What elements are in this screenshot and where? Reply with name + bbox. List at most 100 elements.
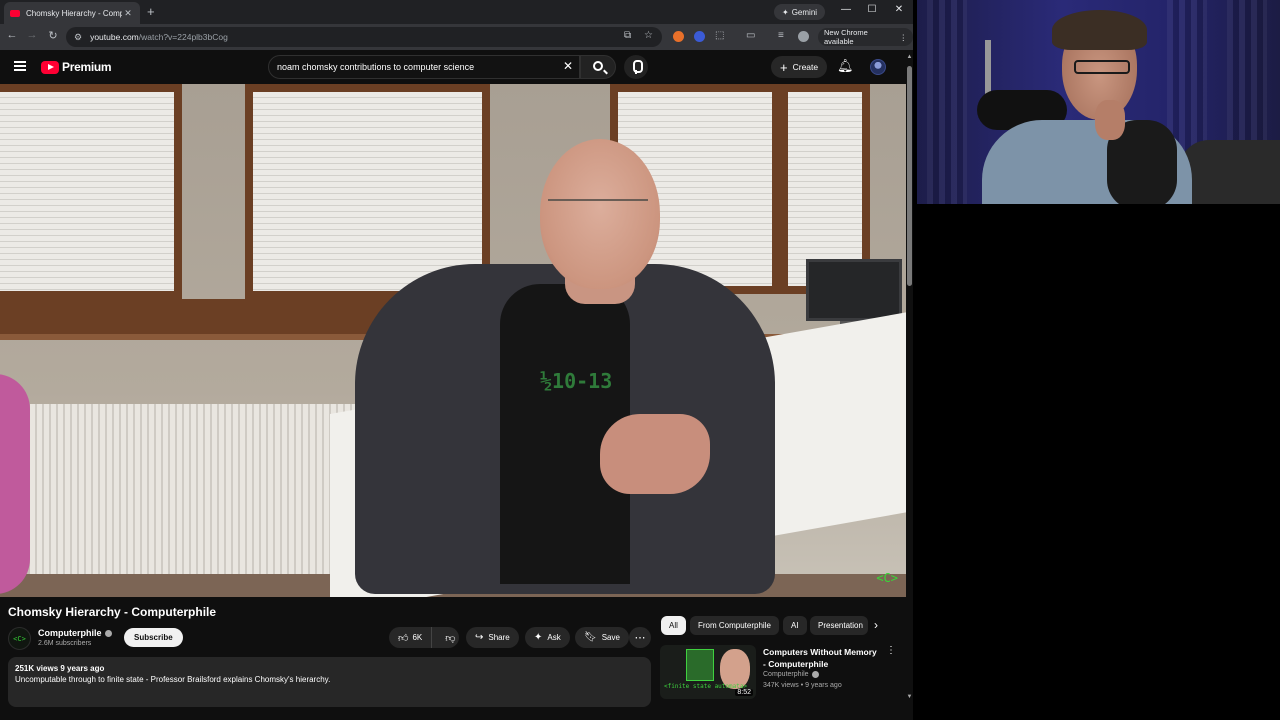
streamer-hair bbox=[1052, 10, 1147, 50]
chevron-right-icon[interactable]: › bbox=[874, 618, 878, 632]
presenter-hand bbox=[600, 414, 710, 494]
channel-name-text: Computerphile bbox=[38, 628, 102, 638]
description-box[interactable]: 251K views 9 years ago Uncomputable thro… bbox=[8, 657, 651, 707]
browser-window: Chomsky Hierarchy - Computerphile ✕ + ✦ … bbox=[0, 0, 913, 720]
recommendation-channel[interactable]: Computerphile bbox=[763, 671, 819, 678]
notifications-bell-icon[interactable]: 🔔︎ bbox=[837, 58, 854, 74]
monitor bbox=[806, 259, 902, 321]
minimize-button[interactable]: — bbox=[839, 4, 853, 15]
channel-avatar[interactable]: <C> bbox=[8, 627, 31, 650]
sparkle-icon: ✦ bbox=[534, 632, 543, 643]
channel-name[interactable]: Computerphile bbox=[38, 628, 112, 638]
streamer-glasses bbox=[1074, 60, 1130, 74]
extension-icon[interactable] bbox=[673, 31, 684, 42]
extensions-icon[interactable]: ⬚ bbox=[715, 30, 724, 41]
thumbnail-book bbox=[686, 649, 714, 681]
new-tab-button[interactable]: + bbox=[147, 4, 155, 19]
bookmark-icon: 🔖︎ bbox=[584, 632, 597, 643]
share-icon: ↪ bbox=[475, 632, 484, 643]
like-button[interactable]: 👍︎ 6K bbox=[389, 627, 433, 648]
subscriber-count: 2.6M subscribers bbox=[38, 640, 92, 647]
dislike-button[interactable]: 👎︎ bbox=[437, 632, 463, 644]
search-button[interactable] bbox=[580, 55, 616, 79]
clear-search-icon[interactable]: ✕ bbox=[563, 59, 573, 73]
video-window bbox=[0, 84, 182, 299]
create-button[interactable]: + Create bbox=[771, 56, 828, 78]
verified-icon bbox=[811, 671, 819, 678]
ask-label: Ask bbox=[547, 633, 561, 642]
chip-from-computerphile[interactable]: From Computerphile bbox=[690, 616, 779, 635]
search-input[interactable]: noam chomsky contributions to computer s… bbox=[268, 55, 580, 79]
thumbs-up-icon: 👍︎ bbox=[398, 632, 409, 644]
kebab-menu-icon[interactable]: ⋮ bbox=[886, 645, 896, 656]
chip-ai[interactable]: AI bbox=[783, 616, 807, 635]
voice-search-icon[interactable] bbox=[624, 55, 648, 79]
video-duration: 8:52 bbox=[735, 689, 753, 696]
url-host: youtube.com bbox=[90, 32, 139, 42]
site-settings-icon[interactable]: ⚙ bbox=[74, 32, 82, 43]
youtube-favicon-icon bbox=[10, 9, 20, 17]
chip-all[interactable]: All bbox=[661, 616, 686, 635]
save-button[interactable]: 🔖︎ Save bbox=[575, 627, 629, 648]
create-label: Create bbox=[792, 62, 819, 72]
gemini-button[interactable]: ✦ Gemini bbox=[774, 4, 826, 20]
ask-button[interactable]: ✦ Ask bbox=[525, 627, 570, 648]
scrollbar-thumb[interactable] bbox=[907, 66, 912, 286]
more-actions-icon[interactable]: ⋯ bbox=[629, 627, 651, 648]
youtube-header: Premium noam chomsky contributions to co… bbox=[0, 50, 906, 84]
address-bar[interactable]: ⚙ youtube.com/watch?v=224plb3bCog bbox=[66, 27, 662, 47]
video-player[interactable]: ½10-13 <C> bbox=[0, 84, 906, 597]
subscribe-button[interactable]: Subscribe bbox=[124, 628, 183, 647]
close-window-button[interactable]: ✕ bbox=[892, 4, 906, 15]
install-icon[interactable]: ⧉ bbox=[624, 30, 631, 41]
description-text: Uncomputable through to finite state - P… bbox=[15, 675, 331, 684]
webcam-overlay bbox=[917, 0, 1280, 204]
youtube-logo[interactable]: Premium bbox=[41, 60, 112, 74]
video-title: Chomsky Hierarchy - Computerphile bbox=[8, 605, 217, 619]
menu-icon: ⋮ bbox=[899, 32, 908, 42]
verified-icon bbox=[104, 629, 112, 637]
hamburger-menu-icon[interactable] bbox=[14, 61, 26, 71]
chip-presentation[interactable]: Presentation bbox=[810, 616, 868, 635]
browser-toolbar: ← → ↻ ⚙ youtube.com/watch?v=224plb3bCog … bbox=[0, 24, 913, 50]
tab-active[interactable]: Chomsky Hierarchy - Computerphile ✕ bbox=[4, 2, 140, 24]
reading-list-icon[interactable]: ≡ bbox=[778, 30, 784, 41]
tab-title: Chomsky Hierarchy - Computerphile bbox=[26, 8, 122, 18]
view-count-date: 251K views 9 years ago bbox=[15, 664, 105, 673]
save-label: Save bbox=[601, 633, 620, 642]
computerphile-watermark: <C> bbox=[876, 571, 898, 585]
back-icon[interactable]: ← bbox=[5, 29, 19, 41]
gemini-label: Gemini bbox=[791, 7, 818, 17]
search-value: noam chomsky contributions to computer s… bbox=[277, 62, 475, 72]
forward-icon[interactable]: → bbox=[25, 29, 39, 41]
recommendation-thumbnail[interactable]: <finite state automata> 8:52 bbox=[660, 645, 756, 699]
tab-close-icon[interactable]: ✕ bbox=[122, 8, 134, 19]
extension-icon[interactable] bbox=[694, 31, 705, 42]
shirt-print: ½10-13 bbox=[540, 369, 613, 393]
tab-strip: Chomsky Hierarchy - Computerphile ✕ + ✦ … bbox=[0, 0, 913, 24]
scroll-up-icon[interactable]: ▲ bbox=[906, 54, 913, 60]
reload-icon[interactable]: ↻ bbox=[46, 29, 60, 42]
share-label: Share bbox=[488, 633, 510, 642]
url-path: /watch?v=224plb3bCog bbox=[138, 32, 228, 42]
thumbs-down-icon: 👎︎ bbox=[445, 632, 456, 644]
streamer-hand bbox=[1095, 100, 1125, 140]
recommendation-channel-name: Computerphile bbox=[763, 671, 809, 678]
cast-icon[interactable]: ▭ bbox=[746, 30, 755, 41]
recommendation-meta: 347K views • 9 years ago bbox=[763, 682, 842, 689]
chrome-update-button[interactable]: New Chrome available ⋮ bbox=[818, 28, 913, 46]
profile-icon[interactable] bbox=[798, 31, 809, 42]
curtain bbox=[927, 0, 967, 204]
maximize-button[interactable]: ☐ bbox=[865, 4, 879, 15]
search-icon bbox=[593, 61, 603, 71]
scroll-down-icon[interactable]: ▼ bbox=[906, 694, 913, 700]
bookmark-star-icon[interactable]: ☆ bbox=[644, 30, 653, 41]
couch bbox=[1179, 140, 1280, 204]
pink-chair bbox=[0, 374, 30, 594]
share-button[interactable]: ↪ Share bbox=[466, 627, 519, 648]
recommendation-title[interactable]: Computers Without Memory - Computerphile bbox=[763, 646, 878, 670]
youtube-play-icon bbox=[41, 60, 59, 74]
plus-icon: + bbox=[780, 59, 788, 75]
account-avatar[interactable] bbox=[870, 59, 886, 75]
sparkle-icon: ✦ bbox=[782, 7, 789, 17]
